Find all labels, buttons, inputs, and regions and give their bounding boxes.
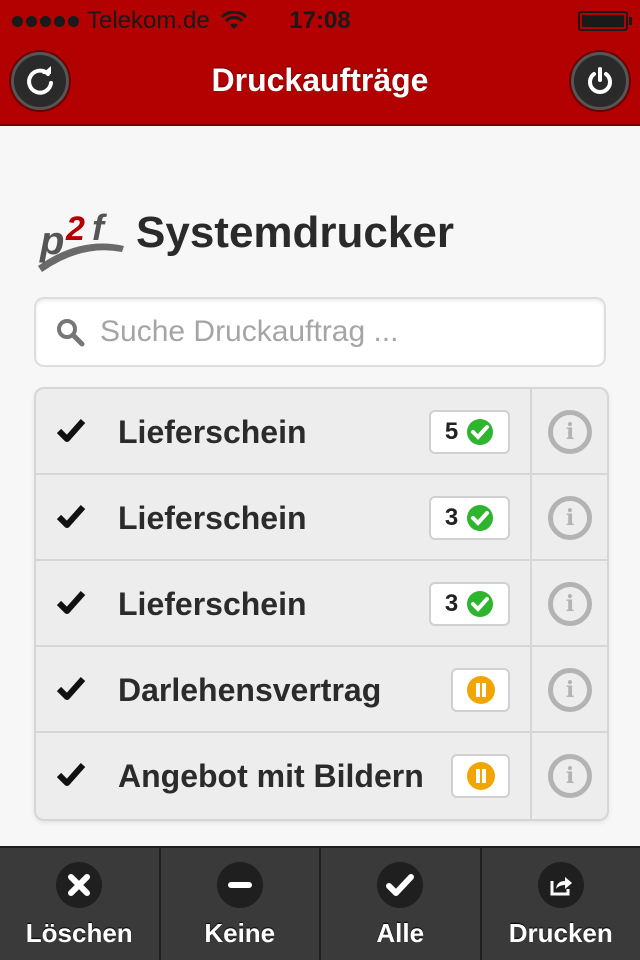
logout-button[interactable] <box>571 52 629 110</box>
status-badge: 3 <box>429 496 510 540</box>
info-button[interactable]: i <box>548 668 592 712</box>
delete-button[interactable]: Löschen <box>0 848 161 960</box>
minus-icon <box>216 862 263 908</box>
page-title: Druckaufträge <box>211 62 429 98</box>
print-job-row[interactable]: Angebot mit Bildern i <box>36 733 607 819</box>
job-name: Lieferschein <box>118 414 307 450</box>
select-none-button[interactable]: Keine <box>161 848 321 960</box>
power-icon <box>588 67 612 94</box>
checkmark-icon[interactable] <box>56 417 86 443</box>
copy-count: 5 <box>444 418 459 445</box>
content-area: p 2 f Systemdrucker Lieferschein 5 i <box>0 126 640 846</box>
job-name: Lieferschein <box>118 586 307 622</box>
nav-bar: Druckaufträge <box>0 40 640 126</box>
select-all-label: Alle <box>376 918 425 948</box>
battery-icon <box>578 11 632 31</box>
pause-icon <box>466 676 495 704</box>
checkmark-icon[interactable] <box>56 675 86 701</box>
status-time: 17:08 <box>289 7 351 34</box>
info-button[interactable]: i <box>548 754 592 798</box>
status-badge <box>451 668 510 712</box>
info-button[interactable]: i <box>548 582 592 626</box>
info-icon: i <box>565 505 575 531</box>
close-icon <box>56 862 103 908</box>
done-icon <box>467 419 494 445</box>
print-button[interactable]: Drucken <box>482 848 640 960</box>
job-name: Lieferschein <box>118 500 307 536</box>
status-badge: 3 <box>429 582 510 626</box>
info-icon: i <box>565 591 575 617</box>
svg-text:f: f <box>92 207 107 248</box>
checkmark-icon[interactable] <box>56 589 86 615</box>
print-job-row[interactable]: Lieferschein 3 i <box>36 561 607 647</box>
info-button[interactable]: i <box>548 496 592 540</box>
p2f-logo: p 2 f <box>34 192 126 274</box>
info-button[interactable]: i <box>548 410 592 454</box>
print-job-list: Lieferschein 5 i Lieferschein 3 i Liefer… <box>34 387 609 821</box>
copy-count: 3 <box>444 590 459 617</box>
select-all-button[interactable]: Alle <box>321 848 482 960</box>
search-icon <box>46 317 94 347</box>
pause-icon <box>466 762 495 790</box>
status-badge <box>451 754 510 798</box>
select-none-label: Keine <box>204 918 276 948</box>
status-bar: Telekom.de 17:08 <box>0 0 640 40</box>
share-icon <box>537 862 584 908</box>
info-icon: i <box>565 677 575 703</box>
job-name: Angebot mit Bildern <box>118 758 424 794</box>
svg-text:p: p <box>39 219 64 263</box>
checkmark-icon[interactable] <box>56 503 86 529</box>
search-field[interactable] <box>34 297 606 367</box>
print-job-row[interactable]: Lieferschein 3 i <box>36 475 607 561</box>
svg-text:2: 2 <box>65 210 85 248</box>
printer-header: p 2 f Systemdrucker <box>34 192 454 274</box>
done-icon <box>467 591 494 617</box>
print-label: Drucken <box>508 918 613 948</box>
bottom-toolbar: Löschen Keine Alle Drucken <box>0 846 640 960</box>
print-job-row[interactable]: Darlehensvertrag i <box>36 647 607 733</box>
checkmark-icon[interactable] <box>56 761 86 787</box>
search-input[interactable] <box>100 315 580 349</box>
info-icon: i <box>565 419 575 445</box>
info-icon: i <box>565 763 575 789</box>
done-icon <box>467 505 494 531</box>
printer-title: Systemdrucker <box>136 208 454 257</box>
status-badge: 5 <box>429 410 510 454</box>
delete-label: Löschen <box>25 918 133 948</box>
checkmark-icon <box>377 862 424 908</box>
job-name: Darlehensvertrag <box>118 672 382 708</box>
copy-count: 3 <box>444 504 459 531</box>
print-job-row[interactable]: Lieferschein 5 i <box>36 389 607 475</box>
